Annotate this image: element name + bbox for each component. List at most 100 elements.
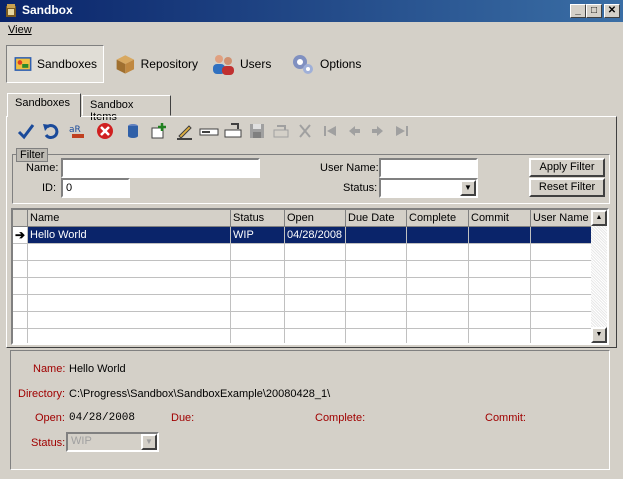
prev-icon[interactable] <box>344 121 364 141</box>
repository-box-icon <box>116 55 135 74</box>
empty-cell <box>285 261 346 278</box>
detail-commit-label: Commit: <box>485 412 526 424</box>
id-input[interactable] <box>61 178 130 198</box>
scroll-down-button[interactable]: ▼ <box>591 327 607 343</box>
cell-status[interactable]: WIP <box>231 227 285 244</box>
empty-cell <box>28 329 231 343</box>
column-header-commit[interactable]: Commit <box>469 210 531 227</box>
chevron-down-icon[interactable]: ▼ <box>460 180 476 196</box>
next-icon[interactable] <box>368 121 388 141</box>
apply-filter-button[interactable]: Apply Filter <box>529 158 605 177</box>
nav-label: Users <box>240 57 272 71</box>
empty-cell <box>407 278 469 295</box>
export-icon[interactable] <box>271 121 291 141</box>
empty-cell <box>285 329 346 343</box>
save-icon[interactable] <box>247 121 267 141</box>
title-bar[interactable]: Sandbox _ □ ✕ <box>0 0 623 22</box>
empty-cell <box>13 295 28 312</box>
tab-sandbox-items[interactable]: Sandbox Items <box>82 95 171 123</box>
column-header-due-date[interactable]: Due Date <box>346 210 407 227</box>
detail-directory-value: C:\Progress\Sandbox\SandboxExample\20080… <box>69 388 331 400</box>
empty-cell <box>407 312 469 329</box>
move-icon[interactable] <box>223 121 243 141</box>
name-input[interactable] <box>61 158 260 178</box>
empty-cell <box>285 312 346 329</box>
empty-cell <box>469 312 531 329</box>
delete-icon[interactable] <box>95 121 115 141</box>
empty-cell <box>531 312 593 329</box>
empty-cell <box>346 329 407 343</box>
empty-cell <box>346 278 407 295</box>
field-icon[interactable] <box>199 121 219 141</box>
detail-due-label: Due: <box>171 412 195 424</box>
minimize-button[interactable]: _ <box>570 4 586 18</box>
empty-cell <box>531 295 593 312</box>
menu-view[interactable]: View <box>8 24 32 36</box>
check-icon[interactable] <box>16 121 36 141</box>
column-header-complete[interactable]: Complete <box>407 210 469 227</box>
cell-complete[interactable] <box>407 227 469 244</box>
id-label: ID: <box>42 182 57 194</box>
empty-cell <box>231 312 285 329</box>
detail-status-value: WIP <box>71 435 92 447</box>
chevron-down-icon: ▼ <box>141 434 157 450</box>
nav-label: Options <box>320 57 362 71</box>
empty-cell <box>469 261 531 278</box>
cell-name[interactable]: Hello World <box>28 227 231 244</box>
user-name-input[interactable] <box>379 158 478 178</box>
empty-cell <box>346 295 407 312</box>
rename-icon[interactable]: aR <box>68 121 88 141</box>
menu-bar: View <box>0 22 623 40</box>
empty-cell <box>13 244 28 261</box>
cut-icon[interactable] <box>295 121 315 141</box>
empty-cell <box>346 261 407 278</box>
database-icon[interactable] <box>123 121 143 141</box>
column-header-name[interactable]: Name <box>28 210 231 227</box>
nav-users-button[interactable]: Users <box>204 45 280 83</box>
empty-cell <box>285 278 346 295</box>
scroll-up-button[interactable]: ▲ <box>591 210 607 226</box>
status-select[interactable]: ▼ <box>379 178 478 198</box>
cell-open[interactable]: 04/28/2008 <box>285 227 346 244</box>
empty-cell <box>231 261 285 278</box>
column-header-open[interactable]: Open <box>285 210 346 227</box>
vertical-scrollbar[interactable]: ▲ ▼ <box>591 210 607 343</box>
empty-cell <box>346 312 407 329</box>
filter-legend: Filter <box>16 148 49 162</box>
row-header-corner <box>13 210 28 227</box>
cell-user-name[interactable] <box>531 227 593 244</box>
nav-repository-button[interactable]: Repository <box>108 45 204 83</box>
column-header-status[interactable]: Status <box>231 210 285 227</box>
empty-cell <box>28 312 231 329</box>
first-icon[interactable] <box>320 121 340 141</box>
empty-cell <box>13 278 28 295</box>
empty-cell <box>407 261 469 278</box>
cell-commit[interactable] <box>469 227 531 244</box>
edit-icon[interactable] <box>175 121 195 141</box>
reset-filter-button[interactable]: Reset Filter <box>529 178 605 197</box>
window-title: Sandbox <box>22 3 73 17</box>
column-header-user-name[interactable]: User Name <box>531 210 593 227</box>
add-icon[interactable] <box>149 121 169 141</box>
empty-cell <box>531 261 593 278</box>
empty-cell <box>28 244 231 261</box>
close-button[interactable]: ✕ <box>604 4 620 18</box>
maximize-button[interactable]: □ <box>586 4 602 18</box>
undo-icon[interactable] <box>41 121 61 141</box>
name-label: Name: <box>26 162 59 174</box>
empty-cell <box>469 329 531 343</box>
nav-options-button[interactable]: Options <box>284 45 370 83</box>
empty-cell <box>407 244 469 261</box>
empty-cell <box>407 329 469 343</box>
empty-cell <box>469 278 531 295</box>
tab-sandboxes[interactable]: Sandboxes <box>7 93 81 117</box>
nav-sandboxes-button[interactable]: Sandboxes <box>6 45 104 83</box>
detail-name-value: Hello World <box>69 363 126 375</box>
detail-status-label: Status: <box>31 437 66 449</box>
nav-label: Repository <box>140 57 198 71</box>
last-icon[interactable] <box>392 121 412 141</box>
sandbox-grid[interactable]: Name Status Open Due Date Complete Commi… <box>11 208 609 345</box>
cell-due-date[interactable] <box>346 227 407 244</box>
empty-cell <box>231 278 285 295</box>
empty-rows <box>13 244 593 343</box>
